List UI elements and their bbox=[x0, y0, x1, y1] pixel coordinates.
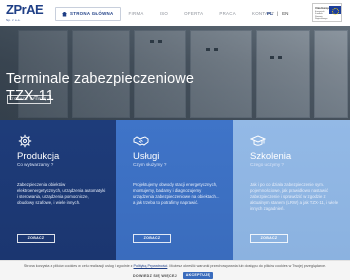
cookie-actions: DOWIEDZ SIĘ WIĘCEJ AKCEPTUJĘ bbox=[133, 272, 213, 279]
cookie-text-after: . Możesz określić warunki przechowywania… bbox=[167, 264, 327, 268]
card-description: Jak i po co działa zabezpieczenie sym. p… bbox=[250, 182, 339, 211]
handshake-icon bbox=[133, 136, 149, 146]
cookie-banner: Strona korzysta z plików cookies w celu … bbox=[0, 260, 350, 280]
cookie-text-before: Strona korzysta z plików cookies w celu … bbox=[23, 264, 134, 268]
eu-flag-icon bbox=[329, 6, 341, 15]
company-logo[interactable]: ZPrAE Sp. z o.o. bbox=[6, 2, 44, 23]
card-uslugi: Usługi Czym służymy ? Projektujemy obwod… bbox=[116, 120, 233, 260]
card-title: Szkolenia bbox=[250, 151, 292, 162]
card-szkolenia: Szkolenia Czego uczymy ? Jak i po co dzi… bbox=[233, 120, 350, 260]
eu-badge-text: Europejski Fundusz Rozwoju Regionalnego bbox=[315, 11, 328, 21]
hero-title-line: Terminale zabezpieczeniowe bbox=[6, 71, 194, 87]
site-header: ZPrAE Sp. z o.o. STRONA GŁÓWNA FIRMA ISO… bbox=[0, 0, 350, 26]
hero-banner: Terminale zabezpieczeniowe TZX-11 bbox=[0, 26, 350, 120]
cookie-more-link[interactable]: DOWIEDZ SIĘ WIĘCEJ bbox=[133, 274, 177, 278]
hero-offer-button[interactable]: ZOBACZ OFERTĘ bbox=[7, 95, 51, 104]
nav-item-firma[interactable]: FIRMA bbox=[121, 7, 152, 21]
card-title: Produkcja bbox=[17, 151, 60, 162]
card-subtitle: Co wytwarzamy ? bbox=[17, 162, 54, 167]
lang-separator: | bbox=[276, 11, 279, 16]
lang-en[interactable]: EN bbox=[282, 11, 288, 16]
nav-item-iso[interactable]: ISO bbox=[152, 7, 176, 21]
nav-item-label: STRONA GŁÓWNA bbox=[70, 11, 114, 16]
nav-item-praca[interactable]: PRACA bbox=[211, 7, 244, 21]
nav-item-oferta[interactable]: OFERTA bbox=[176, 7, 211, 21]
graduation-cap-icon bbox=[250, 135, 266, 146]
card-produkcja: Produkcja Co wytwarzamy ? Zabezpieczenia… bbox=[0, 120, 116, 260]
logo-mark: ZPrAE bbox=[6, 2, 44, 17]
home-icon bbox=[62, 11, 67, 17]
card-title: Usługi bbox=[133, 151, 160, 162]
card-zobacz-button[interactable]: ZOBACZ bbox=[250, 234, 288, 243]
card-description: Projektujemy obwody stacji energetycznyc… bbox=[133, 182, 220, 205]
card-description: Zabezpieczenia obiektów elektroenergetyc… bbox=[17, 182, 106, 205]
card-zobacz-button[interactable]: ZOBACZ bbox=[17, 234, 55, 243]
privacy-policy-link[interactable]: Polityką Prywatności bbox=[134, 264, 168, 268]
card-zobacz-button[interactable]: ZOBACZ bbox=[133, 234, 171, 243]
eu-funds-badge[interactable]: Unia Europejska Europejski Fundusz Rozwo… bbox=[312, 3, 342, 22]
logo-subtitle: Sp. z o.o. bbox=[6, 18, 21, 22]
lang-pl[interactable]: PL bbox=[267, 11, 273, 16]
gear-icon bbox=[18, 134, 32, 148]
service-cards: Produkcja Co wytwarzamy ? Zabezpieczenia… bbox=[0, 120, 350, 260]
main-nav: STRONA GŁÓWNA FIRMA ISO OFERTA PRACA KON… bbox=[55, 7, 283, 21]
language-switcher: PL | EN bbox=[267, 11, 288, 16]
card-subtitle: Czego uczymy ? bbox=[250, 162, 284, 167]
nav-item-home[interactable]: STRONA GŁÓWNA bbox=[55, 7, 121, 21]
cookie-text: Strona korzysta z plików cookies w celu … bbox=[0, 264, 350, 268]
cookie-accept-button[interactable]: AKCEPTUJĘ bbox=[182, 272, 213, 279]
card-subtitle: Czym służymy ? bbox=[133, 162, 167, 167]
